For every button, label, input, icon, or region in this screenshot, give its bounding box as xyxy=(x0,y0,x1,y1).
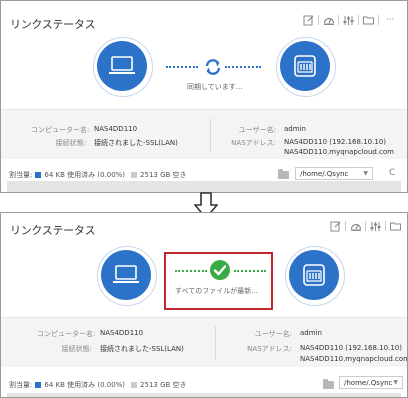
quota-free: 2513 GB 空き xyxy=(140,171,187,179)
folder-icon xyxy=(278,169,289,179)
connection-dots-left xyxy=(175,270,207,273)
user-name-value: admin xyxy=(300,329,322,337)
toolbar-separator xyxy=(345,221,346,231)
quota-bar xyxy=(7,393,401,397)
local-path-value: /home/.Qsync xyxy=(300,169,349,178)
settings-sliders-icon[interactable] xyxy=(342,14,355,26)
free-color-square xyxy=(131,172,138,178)
user-name-label: ユーザー名: xyxy=(238,126,276,134)
refresh-icon[interactable]: C xyxy=(389,168,395,178)
computer-name-label: コンピューター名: xyxy=(37,330,96,338)
laptop-icon xyxy=(97,246,157,306)
toolbar-separator xyxy=(378,15,379,25)
nas-address-label: NASアドレス: xyxy=(247,345,292,353)
nas-address-label: NASアドレス: xyxy=(231,139,276,147)
toolbar: ··· xyxy=(299,14,401,26)
panel-title: リンクステータス xyxy=(10,224,96,237)
connection-status-value: 接続されました-SSL(LAN) xyxy=(100,345,184,353)
connection-dots-right xyxy=(225,66,261,69)
laptop-icon xyxy=(93,37,153,97)
nas-cloud-address: NAS4DD110.myqnapcloud.com xyxy=(284,148,394,156)
computer-name-value: NAS4DD110 xyxy=(100,329,144,337)
folder-icon[interactable] xyxy=(362,14,375,26)
user-name-value: admin xyxy=(284,125,306,133)
local-path-value: /home/.Qsync xyxy=(344,378,393,387)
connection-info: コンピューター名: NAS4DD110 接続状態: 接続されました-SSL(LA… xyxy=(1,317,407,367)
quota-label: 割当量: xyxy=(9,171,33,179)
quota-free: 2513 GB 空き xyxy=(140,381,187,389)
nas-address-value: NAS4DD110 (192.168.10.10) xyxy=(284,138,386,146)
nas-address-value: NAS4DD110 (192.168.10.10) xyxy=(300,344,402,352)
edit-icon[interactable] xyxy=(329,220,342,232)
toolbar-separator xyxy=(318,15,319,25)
user-name-label: ユーザー名: xyxy=(254,330,292,338)
dashboard-icon[interactable] xyxy=(322,14,335,26)
free-color-square xyxy=(131,382,138,388)
info-divider xyxy=(210,118,211,152)
connection-info: コンピューター名: NAS4DD110 接続状態: 接続されました-SSL(LA… xyxy=(1,109,407,159)
panel-title: リンクステータス xyxy=(10,18,96,31)
nas-device-icon xyxy=(276,37,336,97)
chevron-down-icon: ▼ xyxy=(393,379,398,386)
quota-info: 割当量: 64 KB 使用済み (0.00%) 2513 GB 空き xyxy=(9,170,187,180)
used-color-square xyxy=(35,382,42,388)
connection-status-label: 接続状態: xyxy=(61,345,92,353)
sync-status-text: すべてのファイルが最新... xyxy=(175,287,258,295)
toolbar-separator xyxy=(338,15,339,25)
info-divider xyxy=(215,326,216,360)
computer-name-value: NAS4DD110 xyxy=(94,125,138,133)
edit-icon[interactable] xyxy=(302,14,315,26)
connection-dots-left xyxy=(166,66,198,69)
quota-label: 割当量: xyxy=(9,381,33,389)
chevron-down-icon: ▼ xyxy=(363,170,368,177)
computer-name-label: コンピューター名: xyxy=(31,126,90,134)
folder-icon xyxy=(323,379,334,389)
nas-cloud-address: NAS4DD110.myqnapcloud.com xyxy=(300,355,408,363)
link-status-panel-synced: リンクステータス すべてのファイルが最新... コンピューター名: NAS4DD… xyxy=(0,212,408,398)
quota-used: 64 KB 使用済み (0.00%) xyxy=(44,381,126,389)
quota-info: 割当量: 64 KB 使用済み (0.00%) 2513 GB 空き xyxy=(9,380,187,390)
quota-used: 64 KB 使用済み (0.00%) xyxy=(44,171,126,179)
folder-icon[interactable] xyxy=(389,220,402,232)
link-status-panel-syncing: リンクステータス ··· 同期しています... コンピューター名: NAS4DD… xyxy=(0,0,408,193)
dashboard-icon[interactable] xyxy=(349,220,362,232)
more-icon[interactable]: ··· xyxy=(382,14,398,26)
local-path-select[interactable]: /home/.Qsync ▼ xyxy=(339,376,403,389)
toolbar xyxy=(326,220,405,232)
connection-status-label: 接続状態: xyxy=(55,139,86,147)
used-color-square xyxy=(35,172,42,178)
connection-status-value: 接続されました-SSL(LAN) xyxy=(94,139,178,147)
sync-icon xyxy=(205,59,221,75)
toolbar-separator xyxy=(365,221,366,231)
sync-status-text: 同期しています... xyxy=(187,83,243,91)
nas-device-icon xyxy=(285,246,345,306)
toolbar-separator xyxy=(385,221,386,231)
connection-dots-right xyxy=(234,270,266,273)
check-icon xyxy=(210,260,230,280)
settings-sliders-icon[interactable] xyxy=(369,220,382,232)
toolbar-separator xyxy=(358,15,359,25)
local-path-select[interactable]: /home/.Qsync ▼ xyxy=(295,167,373,180)
